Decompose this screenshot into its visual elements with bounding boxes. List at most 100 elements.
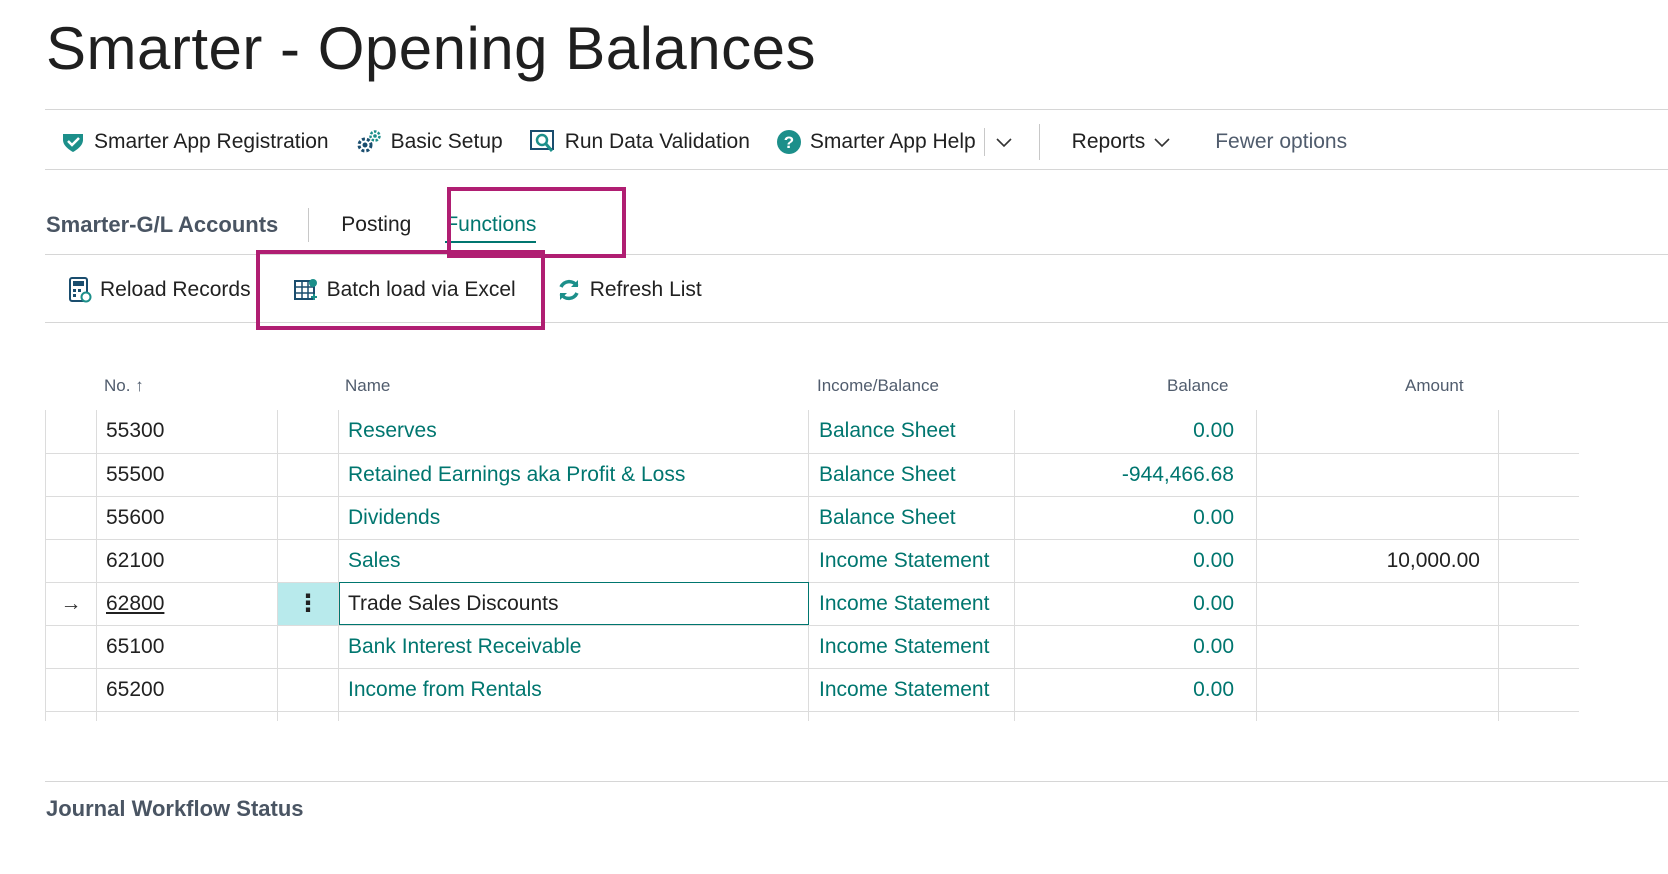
stub-cell bbox=[96, 711, 278, 721]
functions-tab-highlight-box bbox=[447, 187, 626, 258]
stub-cell bbox=[45, 711, 97, 721]
income-balance-cell[interactable]: Income Statement bbox=[808, 625, 1015, 669]
reports-label: Reports bbox=[1071, 130, 1146, 153]
journal-workflow-status-heading[interactable]: Journal Workflow Status bbox=[46, 796, 304, 822]
stub-cell bbox=[1014, 711, 1257, 721]
help-icon: ? bbox=[776, 130, 801, 154]
table-row-partial bbox=[45, 711, 1579, 721]
subpage-title: Smarter-G/L Accounts bbox=[46, 212, 279, 237]
income-balance-cell[interactable]: Income Statement bbox=[808, 582, 1015, 626]
column-header-balance[interactable]: Balance bbox=[1167, 376, 1228, 396]
stub-cell bbox=[808, 711, 1015, 721]
validation-icon bbox=[529, 130, 554, 152]
account-no-cell[interactable]: 62100 bbox=[96, 539, 278, 583]
stub-cell bbox=[277, 711, 339, 721]
reports-menu[interactable]: Reports bbox=[1072, 130, 1182, 154]
run-data-validation-button[interactable]: Run Data Validation bbox=[529, 128, 750, 156]
overflow-cell bbox=[1498, 453, 1579, 497]
smarter-app-registration-label: Smarter App Registration bbox=[94, 130, 329, 153]
table-row-current[interactable]: → 62800 ⋮ Trade Sales Discounts Income S… bbox=[45, 582, 1579, 626]
account-name-cell[interactable]: Reserves bbox=[338, 410, 809, 454]
account-no-cell[interactable]: 55300 bbox=[96, 410, 278, 454]
account-no: 65200 bbox=[106, 677, 165, 701]
column-header-amount[interactable]: Amount bbox=[1405, 376, 1464, 396]
smarter-app-registration-button[interactable]: Smarter App Registration bbox=[60, 129, 329, 155]
amount-cell[interactable] bbox=[1256, 453, 1499, 497]
account-name-cell[interactable]: Income from Rentals bbox=[338, 668, 809, 712]
amount-cell[interactable] bbox=[1256, 625, 1499, 669]
row-menu-icon[interactable]: ⋮ bbox=[277, 582, 339, 626]
balance-cell[interactable]: 0.00 bbox=[1014, 410, 1257, 454]
row-indicator bbox=[45, 496, 97, 540]
smarter-app-help-button[interactable]: ? Smarter App Help bbox=[776, 129, 976, 155]
amount-cell[interactable] bbox=[1256, 668, 1499, 712]
row-menu-cell[interactable] bbox=[277, 410, 339, 454]
basic-setup-button[interactable]: Basic Setup bbox=[355, 128, 503, 156]
help-chevron-down-icon[interactable] bbox=[993, 131, 1015, 153]
balance-cell[interactable]: 0.00 bbox=[1014, 539, 1257, 583]
account-no-cell[interactable]: 55600 bbox=[96, 496, 278, 540]
column-header-no[interactable]: No. ↑ bbox=[104, 376, 144, 396]
income-balance-cell[interactable]: Balance Sheet bbox=[808, 496, 1015, 540]
amount-cell[interactable]: 10,000.00 bbox=[1256, 539, 1499, 583]
table-row[interactable]: 65100 Bank Interest Receivable Income St… bbox=[45, 625, 1579, 669]
help-split-divider bbox=[983, 128, 985, 156]
account-name-cell[interactable]: Bank Interest Receivable bbox=[338, 625, 809, 669]
amount-cell[interactable] bbox=[1256, 410, 1499, 454]
income-balance-cell[interactable]: Income Statement bbox=[808, 668, 1015, 712]
smarter-app-help-label: Smarter App Help bbox=[809, 130, 976, 153]
basic-setup-label: Basic Setup bbox=[390, 130, 503, 153]
account-no-cell[interactable]: 65100 bbox=[96, 625, 278, 669]
table-row[interactable]: 55500 Retained Earnings aka Profit & Los… bbox=[45, 453, 1579, 497]
account-name-cell[interactable]: Retained Earnings aka Profit & Loss bbox=[338, 453, 809, 497]
amount-cell[interactable] bbox=[1256, 496, 1499, 540]
tab-posting[interactable]: Posting bbox=[341, 213, 411, 237]
table-row[interactable]: 62100 Sales Income Statement 0.00 10,000… bbox=[45, 539, 1579, 583]
action-bar-bottom-divider bbox=[45, 169, 1668, 170]
current-row-arrow-icon: → bbox=[45, 582, 97, 626]
income-balance-cell[interactable]: Income Statement bbox=[808, 539, 1015, 583]
row-menu-cell[interactable] bbox=[277, 625, 339, 669]
account-no: 55300 bbox=[106, 419, 165, 443]
row-menu-cell[interactable] bbox=[277, 668, 339, 712]
account-name-cell-focused[interactable]: Trade Sales Discounts bbox=[338, 582, 809, 626]
account-no-cell[interactable]: 55500 bbox=[96, 453, 278, 497]
calculator-icon bbox=[69, 277, 92, 303]
run-data-validation-label: Run Data Validation bbox=[564, 130, 750, 153]
row-indicator bbox=[45, 539, 97, 583]
account-no-cell[interactable]: 65200 bbox=[96, 668, 278, 712]
table-row[interactable]: 55300 Reserves Balance Sheet 0.00 bbox=[45, 410, 1579, 454]
account-name-cell[interactable]: Dividends bbox=[338, 496, 809, 540]
balance-cell[interactable]: 0.00 bbox=[1014, 625, 1257, 669]
table-row[interactable]: 65200 Income from Rentals Income Stateme… bbox=[45, 668, 1579, 712]
refresh-list-button[interactable]: Refresh List bbox=[556, 277, 702, 303]
stub-cell bbox=[1499, 711, 1579, 721]
row-menu-cell[interactable] bbox=[277, 453, 339, 497]
account-no: 55500 bbox=[106, 462, 165, 486]
income-balance-cell[interactable]: Balance Sheet bbox=[808, 453, 1015, 497]
fewer-options-button[interactable]: Fewer options bbox=[1215, 130, 1347, 154]
tab-divider bbox=[308, 208, 310, 242]
row-indicator bbox=[45, 668, 97, 712]
title-divider bbox=[45, 109, 1668, 110]
setup-gears-icon bbox=[357, 130, 381, 153]
balance-cell[interactable]: 0.00 bbox=[1014, 668, 1257, 712]
column-header-name[interactable]: Name bbox=[345, 376, 390, 396]
row-menu-cell[interactable] bbox=[277, 539, 339, 583]
column-header-income-balance[interactable]: Income/Balance bbox=[817, 376, 939, 396]
row-indicator bbox=[45, 625, 97, 669]
action-bar: Smarter App Registration Basic Setup Run… bbox=[60, 120, 1373, 164]
amount-cell[interactable] bbox=[1256, 582, 1499, 626]
balance-cell[interactable]: -944,466.68 bbox=[1014, 453, 1257, 497]
balance-cell[interactable]: 0.00 bbox=[1014, 496, 1257, 540]
account-name-cell[interactable]: Sales bbox=[338, 539, 809, 583]
account-no-cell[interactable]: 62800 bbox=[96, 582, 278, 626]
row-menu-cell[interactable] bbox=[277, 496, 339, 540]
overflow-cell bbox=[1498, 539, 1579, 583]
table-row[interactable]: 55600 Dividends Balance Sheet 0.00 bbox=[45, 496, 1579, 540]
income-balance-cell[interactable]: Balance Sheet bbox=[808, 410, 1015, 454]
balance-cell[interactable]: 0.00 bbox=[1014, 582, 1257, 626]
account-no-link[interactable]: 62800 bbox=[106, 592, 164, 615]
account-no: 62100 bbox=[106, 548, 165, 572]
reload-records-button[interactable]: Reload Records bbox=[68, 277, 251, 303]
